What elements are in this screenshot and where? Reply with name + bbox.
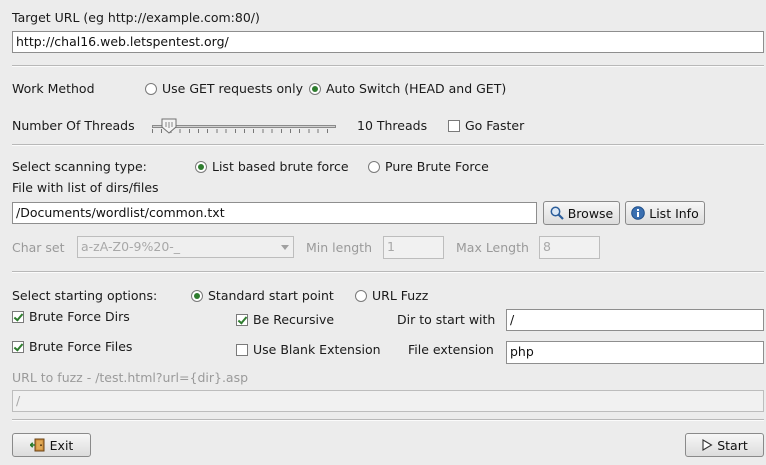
start-label: Start <box>717 437 748 453</box>
min-length-input[interactable]: 1 <box>383 236 444 259</box>
start-options-label: Select starting options: <box>12 288 158 303</box>
charset-label: Char set <box>12 240 65 255</box>
go-faster-label: Go Faster <box>465 118 525 133</box>
url-fuzz-label: URL to fuzz - /test.html?url={dir}.asp <box>12 370 249 385</box>
list-info-button[interactable]: List Info <box>625 201 705 225</box>
chevron-down-icon <box>281 245 289 250</box>
brute-dirs-label: Brute Force Dirs <box>29 309 130 324</box>
threads-slider-track[interactable] <box>152 125 336 128</box>
brute-files-checkbox[interactable]: Brute Force Files <box>12 339 132 355</box>
threads-slider-ticks <box>152 129 336 133</box>
recursive-checkbox[interactable]: Be Recursive <box>236 312 334 328</box>
work-method-label: Work Method <box>12 81 95 96</box>
blank-extension-checkbox[interactable]: Use Blank Extension <box>236 342 381 358</box>
url-fuzz-input[interactable]: / <box>12 390 764 412</box>
charset-value: a-zA-Z0-9%20-_ <box>81 239 181 254</box>
recursive-label: Be Recursive <box>253 312 335 327</box>
radio-list-based-indicator[interactable] <box>195 161 207 173</box>
dir-start-label: Dir to start with <box>397 312 496 327</box>
max-length-label: Max Length <box>456 240 529 255</box>
radio-pure-brute-indicator[interactable] <box>368 161 380 173</box>
exit-door-icon <box>29 438 46 452</box>
go-faster-checkbox[interactable]: Go Faster <box>448 118 524 134</box>
exit-label: Exit <box>49 437 74 453</box>
scan-type-label: Select scanning type: <box>12 159 147 174</box>
radio-pure-brute-label: Pure Brute Force <box>385 159 489 174</box>
separator <box>12 65 764 67</box>
threads-value: 10 Threads <box>357 118 428 133</box>
radio-url-fuzz-label: URL Fuzz <box>372 288 429 303</box>
brute-files-box[interactable] <box>12 341 24 353</box>
file-list-label: File with list of dirs/files <box>12 180 159 195</box>
radio-get-only-label: Use GET requests only <box>162 81 303 96</box>
brute-dirs-checkbox[interactable]: Brute Force Dirs <box>12 309 130 325</box>
target-url-input[interactable]: http://chal16.web.letspentest.org/ <box>12 31 764 53</box>
max-length-input[interactable]: 8 <box>539 236 600 259</box>
dir-start-input[interactable]: / <box>506 309 764 331</box>
start-button[interactable]: Start <box>685 433 764 457</box>
threads-slider-thumb[interactable] <box>161 118 177 134</box>
radio-standard-start-indicator[interactable] <box>191 290 203 302</box>
radio-standard-start[interactable]: Standard start point <box>191 288 334 304</box>
threads-label: Number Of Threads <box>12 118 135 133</box>
separator <box>12 144 764 146</box>
info-icon <box>631 206 646 220</box>
list-info-label: List Info <box>649 205 699 221</box>
radio-url-fuzz-indicator[interactable] <box>355 290 367 302</box>
radio-get-only-indicator[interactable] <box>145 83 157 95</box>
separator <box>12 419 764 421</box>
radio-auto-switch-label: Auto Switch (HEAD and GET) <box>326 81 507 96</box>
brute-dirs-box[interactable] <box>12 311 24 323</box>
radio-get-only[interactable]: Use GET requests only <box>145 81 303 97</box>
go-faster-box[interactable] <box>448 120 460 132</box>
play-icon <box>701 439 713 451</box>
magnifier-icon <box>550 206 564 220</box>
file-extension-input[interactable]: php <box>506 341 764 364</box>
min-length-label: Min length <box>306 240 372 255</box>
file-list-input[interactable]: /Documents/wordlist/common.txt <box>12 202 537 224</box>
exit-button[interactable]: Exit <box>12 433 91 457</box>
radio-list-based-label: List based brute force <box>212 159 349 174</box>
browse-button[interactable]: Browse <box>543 201 620 225</box>
radio-list-based[interactable]: List based brute force <box>195 159 349 175</box>
brute-files-label: Brute Force Files <box>29 339 133 354</box>
separator <box>12 271 764 273</box>
radio-standard-start-label: Standard start point <box>208 288 334 303</box>
browse-label: Browse <box>567 205 614 221</box>
charset-select[interactable]: a-zA-Z0-9%20-_ <box>77 236 294 258</box>
recursive-box[interactable] <box>236 314 248 326</box>
radio-auto-switch[interactable]: Auto Switch (HEAD and GET) <box>309 81 506 97</box>
radio-pure-brute[interactable]: Pure Brute Force <box>368 159 489 175</box>
blank-extension-box[interactable] <box>236 344 248 356</box>
radio-url-fuzz[interactable]: URL Fuzz <box>355 288 428 304</box>
blank-extension-label: Use Blank Extension <box>253 342 381 357</box>
radio-auto-switch-indicator[interactable] <box>309 83 321 95</box>
file-extension-label: File extension <box>408 342 494 357</box>
target-url-label: Target URL (eg http://example.com:80/) <box>12 10 260 25</box>
